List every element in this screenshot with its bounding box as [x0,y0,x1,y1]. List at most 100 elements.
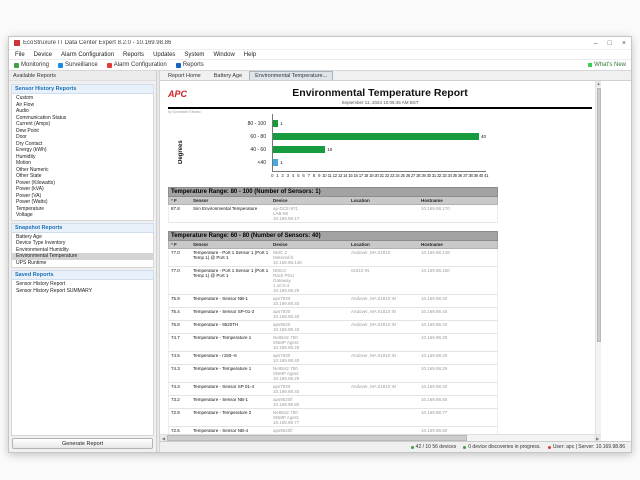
minimize-button[interactable]: – [594,40,598,47]
table-row: 74.3Temperature - Temperature 1NetBotz 7… [168,365,498,383]
chart-value-label: 1 [280,160,283,165]
sidebar-item-sensor-history-report-summary[interactable]: Sensor History Report SUMMARY [12,288,153,295]
section-header-sensor-history-reports[interactable]: Sensor History Reports [11,84,154,94]
cell-temperature: 77.0 [171,268,191,293]
section-header-saved-reports[interactable]: Saved Reports [11,270,154,280]
temperature-range-table: Temperature Range: 60 - 80 (Number of Se… [168,231,498,441]
horizontal-scroll-thumb[interactable] [167,435,467,441]
cell-temperature: 74.5 [171,353,191,363]
close-button[interactable]: × [622,40,626,47]
column-header-f: ° F [171,198,191,203]
tab-environmental-temperature[interactable]: Environmental Temperature... [249,71,333,80]
toolbar-item-reports[interactable]: Reports [176,62,204,68]
menu-device[interactable]: Device [34,52,52,58]
table-row: 77.0Temperature - Port 1 Sensor 1 (Port … [168,267,498,295]
table-header-row: ° FSensorDeviceLocationHostname [168,197,498,205]
cell-sensor: Temperature - Temperature 1 [193,366,271,381]
toolbar-item-label: Monitoring [21,62,49,68]
cell-sensor: Temperature - Sensor SP-01-2 [193,309,271,319]
cell-location: Andover, MA 01810 IN [351,353,419,363]
tab-battery-age[interactable]: Battery Age [208,71,248,80]
chart-category-label: 80 - 100 [248,121,266,127]
cell-device: NetBotz 750 SNMP Agent 10.169.98.29 [273,335,349,350]
cell-device: aps9520 10.169.98.40 [273,322,349,332]
cell-device: aps7930 10.169.98.40 [273,309,349,319]
menu-reports[interactable]: Reports [123,52,144,58]
status-text: 42 / 10 56 devices [416,444,457,450]
cell-location: Andover, MA 01810 IN [351,384,419,394]
cell-temperature: 73.2 [171,397,191,407]
sidebar-item-ups-runtime[interactable]: UPS Runtime [12,260,153,267]
column-header-location: Location [351,242,419,247]
cell-hostname: 10.169.98.40 [421,384,495,394]
cell-location [351,206,419,221]
cell-hostname: 10.169.98.77 [421,410,495,425]
apc-logo-text: APC [168,89,187,99]
sidebar-item-voltage[interactable]: Voltage [12,212,153,219]
toolbar-item-monitoring[interactable]: Monitoring [14,62,49,68]
menu-window[interactable]: Window [213,52,234,58]
scroll-left-icon[interactable]: ◀ [160,435,167,441]
section-header-snapshot-reports[interactable]: Snapshot Reports [11,223,154,233]
generate-report-button[interactable]: Generate Report [12,438,153,449]
cell-hostname: 10.169.98.80 [421,397,495,407]
scroll-right-icon[interactable]: ▶ [594,435,601,441]
content-area: Available Reports Sensor History Reports… [9,71,631,452]
cell-device: ap-DCE-971 LAB-98 10.169.98.17 [273,206,349,221]
cell-device: NetBotz 750 SNMP Agent 10.169.98.77 [273,410,349,425]
table-row: 77.0Temperature - Port 1 Sensor 1 (Port … [168,249,498,267]
menu-help[interactable]: Help [244,52,256,58]
toolbar-item-surveillance[interactable]: Surveillance [58,62,98,68]
maximize-button[interactable]: □ [608,40,612,47]
menu-alarm-configuration[interactable]: Alarm Configuration [61,52,114,58]
cell-hostname: 10.169.98.40 [421,353,495,363]
report-document: APC by Schneider Electric Environmental … [160,81,594,441]
menu-updates[interactable]: Updates [153,52,175,58]
menu-file[interactable]: File [15,52,25,58]
cell-hostname: 10.169.98.40 [421,296,495,306]
table-section-title: Temperature Range: 60 - 80 (Number of Se… [168,231,498,241]
cell-hostname: 10.169.98.40 [421,309,495,319]
column-header-hostname: Hostname [421,198,495,203]
menu-bar: File Device Alarm Configuration Reports Upda… [9,49,631,59]
column-header-f: ° F [171,242,191,247]
column-header-sensor: Sensor [193,198,271,203]
chart-bar-row: 60 - 8040 [273,130,486,143]
cell-location: Andover, MA 01810 IN [351,296,419,306]
vertical-scrollbar[interactable]: ▲ [595,81,601,434]
tab-report-home[interactable]: Report Home [162,71,207,80]
horizontal-scrollbar[interactable]: ◀ ▶ [160,434,601,441]
cell-temperature: 75.8 [171,322,191,332]
toolbar-item-label: Surveillance [65,62,98,68]
table-header-row: ° FSensorDeviceLocationHostname [168,241,498,249]
cell-hostname: 10.169.98.150 [421,268,495,293]
cell-location [351,410,419,425]
apc-logo: APC by Schneider Electric [168,85,201,117]
cell-location: 01810 IN [351,268,419,293]
toolbar-item-alarm-configuration[interactable]: Alarm Configuration [107,62,167,68]
cell-sensor: Temperature - r150--6 [193,353,271,363]
cell-sensor: Temperature - Port 1 Sensor 1 (Port 1 Te… [193,250,271,265]
table-row: 87.8Sim Environmental Temperatureap-DCE-… [168,205,498,223]
horizontal-scroll-track[interactable] [467,435,594,441]
alarm-configuration-icon [107,63,112,68]
status-text: User: apc | Server: 10.169.98.86 [553,444,625,450]
status-dot-icon [548,446,551,449]
cell-sensor: Temperature - 9520TH [193,322,271,332]
whats-new-link[interactable]: What's New [588,62,626,68]
report-timestamp: September 11, 2024 10:05:45 AM BST [168,100,592,105]
report-list: Sensor History ReportsCustomAir FlowAudi… [9,81,156,436]
cell-temperature: 75.9 [171,296,191,306]
cell-sensor: Temperature - Port 1 Sensor 1 (Port 1 Te… [193,268,271,293]
menu-system[interactable]: System [184,52,204,58]
cell-device: aps7930 10.169.98.40 [273,296,349,306]
column-header-sensor: Sensor [193,242,271,247]
scroll-up-icon[interactable]: ▲ [596,81,601,87]
table-row: 75.4Temperature - Sensor SP-01-2aps7930 … [168,308,498,321]
chart-category-label: 40 - 60 [250,147,266,153]
cell-hostname: 10.169.98.29 [421,366,495,381]
chart-bar-row: 80 - 1001 [273,117,486,130]
vertical-scroll-thumb[interactable] [597,88,601,342]
monitoring-icon [14,63,19,68]
available-reports-panel: Available Reports Sensor History Reports… [9,71,157,452]
